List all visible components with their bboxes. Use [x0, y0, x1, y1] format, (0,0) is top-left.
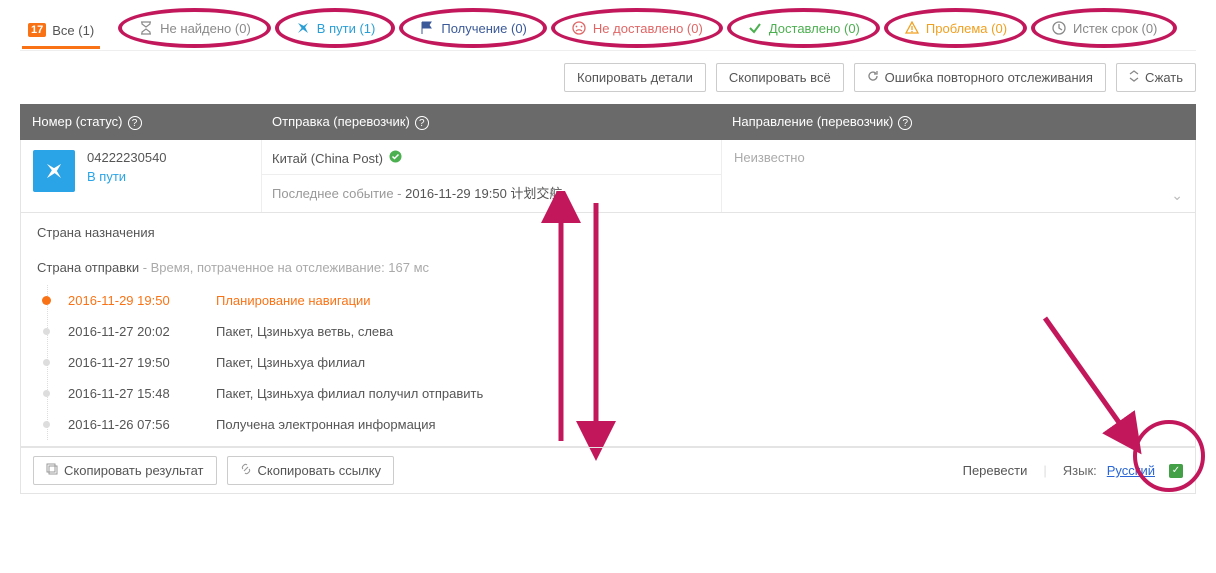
destination-carrier: Неизвестно [734, 150, 805, 165]
flag-icon [419, 20, 435, 36]
toolbar: Копировать детали Скопировать всё Ошибка… [20, 51, 1196, 104]
tracking-timeline: 2016-11-29 19:50 Планирование навигации … [47, 285, 1179, 440]
event-date: 2016-11-27 19:50 [68, 355, 198, 370]
verified-icon [389, 150, 402, 166]
copy-link-button[interactable]: Скопировать ссылку [227, 456, 395, 485]
event-date: 2016-11-27 15:48 [68, 386, 198, 401]
last-event-value: 2016-11-29 19:50 计划交航 [405, 186, 562, 201]
footer-bar: Скопировать результат Скопировать ссылку… [20, 447, 1196, 494]
tracking-details: Страна назначения Страна отправки - Врем… [20, 213, 1196, 447]
help-icon[interactable]: ? [898, 116, 912, 130]
timeline-event: 2016-11-27 20:02 Пакет, Цзиньхуа ветвь, … [68, 316, 1179, 347]
event-text: Планирование навигации [216, 293, 1179, 308]
tracking-number: 04222230540 [87, 150, 167, 165]
tab-alert[interactable]: Проблема (0) [898, 16, 1013, 40]
last-event-label: Последнее событие - [272, 186, 402, 201]
language-label: Язык: [1063, 463, 1097, 478]
language-applied-icon: ✓ [1169, 464, 1183, 478]
warning-icon [904, 20, 920, 36]
tab-label: Не найдено (0) [160, 21, 251, 36]
event-date: 2016-11-29 19:50 [68, 293, 198, 308]
tab-expired[interactable]: Истек срок (0) [1045, 16, 1163, 40]
copy-icon [46, 463, 58, 478]
copy-all-button[interactable]: Скопировать всё [716, 63, 844, 92]
tab-label: В пути (1) [317, 21, 376, 36]
tab-pickup[interactable]: Получение (0) [413, 16, 533, 40]
timeline-event: 2016-11-26 07:56 Получена электронная ин… [68, 409, 1179, 440]
hourglass-icon [138, 20, 154, 36]
timeline-event: 2016-11-29 19:50 Планирование навигации [68, 285, 1179, 316]
check-icon [747, 20, 763, 36]
result-row[interactable]: 04222230540 В пути Китай (China Post) По… [20, 140, 1196, 213]
origin-carrier: Китай (China Post) [272, 151, 383, 166]
copy-result-button[interactable]: Скопировать результат [33, 456, 217, 485]
timeline-event: 2016-11-27 15:48 Пакет, Цзиньхуа филиал … [68, 378, 1179, 409]
event-text: Пакет, Цзиньхуа филиал получил отправить [216, 386, 1179, 401]
tab-undelivered[interactable]: Не доставлено (0) [565, 16, 709, 40]
expand-icon[interactable]: ⌄ [1171, 187, 1183, 204]
tracking-time-spent: - Время, потраченное на отслеживание: 16… [139, 260, 429, 275]
event-date: 2016-11-26 07:56 [68, 417, 198, 432]
tab-delivered[interactable]: Доставлено (0) [741, 16, 866, 40]
help-icon[interactable]: ? [415, 116, 429, 130]
link-icon [240, 463, 252, 478]
origin-country-label: Страна отправки [37, 260, 139, 275]
collapse-button[interactable]: Сжать [1116, 63, 1196, 92]
brand-logo: 17 [28, 23, 46, 37]
tab-not-found[interactable]: Не найдено (0) [132, 16, 257, 40]
sad-face-icon [571, 20, 587, 36]
results-header: Номер (статус)? Отправка (перевозчик)? Н… [20, 104, 1196, 140]
tab-label: Истек срок (0) [1073, 21, 1157, 36]
header-destination: Направление (перевозчик)? [732, 114, 1184, 130]
header-shipment: Отправка (перевозчик)? [272, 114, 732, 130]
tab-label: Получение (0) [441, 21, 527, 36]
language-selector[interactable]: Русский [1107, 463, 1155, 478]
copy-details-button[interactable]: Копировать детали [564, 63, 706, 92]
timeline-event: 2016-11-27 19:50 Пакет, Цзиньхуа филиал [68, 347, 1179, 378]
event-text: Получена электронная информация [216, 417, 1179, 432]
refresh-icon [867, 70, 879, 85]
status-tabs: 17 Все (1) Не найдено (0) В пути (1) Пол… [20, 10, 1196, 51]
tracking-status: В пути [87, 169, 167, 184]
collapse-icon [1129, 70, 1139, 85]
tab-all[interactable]: 17 Все (1) [22, 19, 100, 49]
tab-in-transit[interactable]: В пути (1) [289, 16, 382, 40]
destination-country-label: Страна назначения [37, 225, 1179, 240]
help-icon[interactable]: ? [128, 116, 142, 130]
clock-icon [1051, 20, 1067, 36]
tab-label: Все (1) [52, 23, 94, 38]
tab-label: Проблема (0) [926, 21, 1007, 36]
tab-label: Доставлено (0) [769, 21, 860, 36]
retrack-error-button[interactable]: Ошибка повторного отслеживания [854, 63, 1106, 92]
event-text: Пакет, Цзиньхуа филиал [216, 355, 1179, 370]
translate-link[interactable]: Перевести [963, 463, 1028, 478]
event-date: 2016-11-27 20:02 [68, 324, 198, 339]
event-text: Пакет, Цзиньхуа ветвь, слева [216, 324, 1179, 339]
plane-icon [295, 20, 311, 36]
transit-status-icon [33, 150, 75, 192]
tab-label: Не доставлено (0) [593, 21, 703, 36]
header-number-status: Номер (статус)? [32, 114, 272, 130]
